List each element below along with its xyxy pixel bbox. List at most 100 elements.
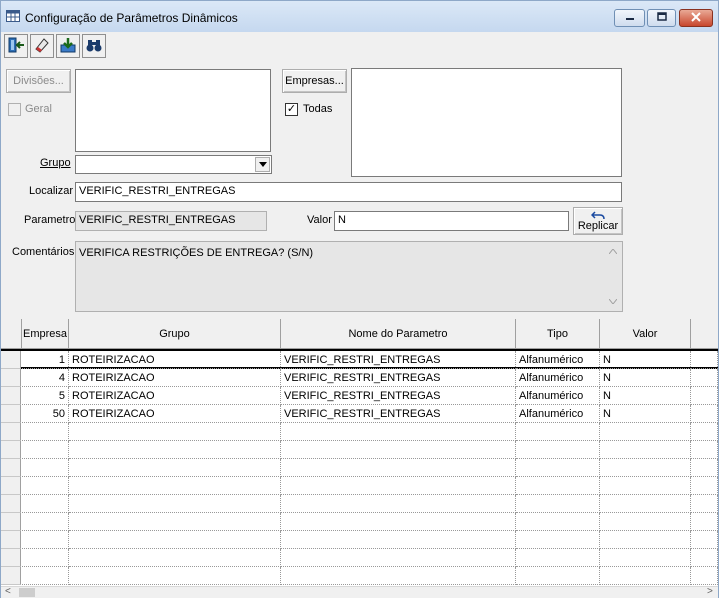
save-button[interactable] xyxy=(56,34,80,58)
row-indicator[interactable] xyxy=(1,351,21,369)
cell-grupo[interactable] xyxy=(69,495,281,513)
cell-tipo[interactable]: Alfanumérico xyxy=(516,387,600,405)
table-row-empty[interactable] xyxy=(1,459,718,477)
row-indicator[interactable] xyxy=(1,369,21,387)
cell-empresa[interactable] xyxy=(22,567,69,585)
cell-tipo[interactable] xyxy=(516,459,600,477)
cell-valor[interactable] xyxy=(600,441,691,459)
cell-valor[interactable] xyxy=(600,513,691,531)
empresas-list[interactable] xyxy=(351,68,622,177)
table-row-empty[interactable] xyxy=(1,495,718,513)
row-indicator[interactable] xyxy=(1,567,21,585)
minimize-button[interactable] xyxy=(614,9,645,27)
close-button[interactable] xyxy=(679,9,713,27)
comentarios-textarea[interactable]: VERIFICA RESTRIÇÕES DE ENTREGA? (S/N) xyxy=(75,241,623,312)
cell-valor[interactable] xyxy=(600,531,691,549)
cell-tipo[interactable] xyxy=(516,441,600,459)
cell-valor[interactable]: N xyxy=(600,405,691,423)
cell-grupo[interactable] xyxy=(69,459,281,477)
table-row-empty[interactable] xyxy=(1,441,718,459)
cell-nome[interactable]: VERIFIC_RESTRI_ENTREGAS xyxy=(281,387,516,405)
cell-empresa[interactable]: 50 xyxy=(22,405,69,423)
parameters-grid[interactable]: Empresa Grupo Nome do Parametro Tipo Val… xyxy=(1,319,718,586)
cell-grupo[interactable] xyxy=(69,477,281,495)
cell-empresa[interactable] xyxy=(22,423,69,441)
cell-tipo[interactable] xyxy=(516,567,600,585)
scroll-left-icon[interactable]: < xyxy=(5,586,11,597)
row-indicator[interactable] xyxy=(1,513,21,531)
cell-tipo[interactable] xyxy=(516,531,600,549)
grupo-select[interactable] xyxy=(75,155,272,174)
table-row-empty[interactable] xyxy=(1,531,718,549)
localizar-input[interactable]: VERIFIC_RESTRI_ENTREGAS xyxy=(75,182,622,202)
table-row[interactable]: 4 ROTEIRIZACAO VERIFIC_RESTRI_ENTREGAS Alfa… xyxy=(1,369,718,387)
row-indicator[interactable] xyxy=(1,405,21,423)
cell-empresa[interactable]: 4 xyxy=(22,369,69,387)
maximize-button[interactable] xyxy=(647,9,676,27)
valor-input[interactable]: N xyxy=(334,211,569,231)
cell-valor[interactable] xyxy=(600,459,691,477)
cell-grupo[interactable]: ROTEIRIZACAO xyxy=(69,387,281,405)
cell-tipo[interactable] xyxy=(516,513,600,531)
comentarios-scrollbar[interactable] xyxy=(605,243,621,310)
cell-tipo[interactable] xyxy=(516,549,600,567)
scroll-thumb[interactable] xyxy=(19,588,35,597)
table-row-empty[interactable] xyxy=(1,423,718,441)
cell-nome[interactable] xyxy=(281,459,516,477)
cell-nome[interactable] xyxy=(281,423,516,441)
cell-empresa[interactable] xyxy=(22,495,69,513)
horizontal-scrollbar[interactable]: < > xyxy=(1,586,718,598)
cell-nome[interactable]: VERIFIC_RESTRI_ENTREGAS xyxy=(281,405,516,423)
cell-empresa[interactable] xyxy=(22,549,69,567)
row-indicator[interactable] xyxy=(1,459,21,477)
table-row-empty[interactable] xyxy=(1,513,718,531)
cell-valor[interactable]: N xyxy=(600,351,691,369)
column-header-valor[interactable]: Valor xyxy=(600,319,691,349)
cell-nome[interactable] xyxy=(281,495,516,513)
cell-grupo[interactable] xyxy=(69,441,281,459)
cell-nome[interactable] xyxy=(281,549,516,567)
divisoes-list[interactable] xyxy=(75,69,271,152)
chevron-down-icon[interactable] xyxy=(255,157,270,172)
scroll-right-icon[interactable]: > xyxy=(707,586,713,597)
row-indicator[interactable] xyxy=(1,423,21,441)
row-indicator[interactable] xyxy=(1,441,21,459)
table-row[interactable]: 1 ROTEIRIZACAO VERIFIC_RESTRI_ENTREGAS Alfa… xyxy=(1,349,718,369)
cell-valor[interactable]: N xyxy=(600,369,691,387)
todas-checkbox[interactable]: ✓ xyxy=(285,103,298,116)
table-row-empty[interactable] xyxy=(1,477,718,495)
cell-tipo[interactable] xyxy=(516,495,600,513)
cell-grupo[interactable] xyxy=(69,567,281,585)
cell-valor[interactable] xyxy=(600,423,691,441)
table-row[interactable]: 5 ROTEIRIZACAO VERIFIC_RESTRI_ENTREGAS Alfa… xyxy=(1,387,718,405)
cell-empresa[interactable]: 5 xyxy=(22,387,69,405)
cell-valor[interactable] xyxy=(600,495,691,513)
cell-valor[interactable] xyxy=(600,549,691,567)
column-header-tipo[interactable]: Tipo xyxy=(516,319,600,349)
cell-empresa[interactable] xyxy=(22,441,69,459)
table-row[interactable]: 50 ROTEIRIZACAO VERIFIC_RESTRI_ENTREGAS Alf… xyxy=(1,405,718,423)
cell-valor[interactable]: N xyxy=(600,387,691,405)
cell-grupo[interactable] xyxy=(69,513,281,531)
row-indicator[interactable] xyxy=(1,549,21,567)
cell-valor[interactable] xyxy=(600,567,691,585)
cell-empresa[interactable]: 1 xyxy=(22,351,69,369)
row-indicator[interactable] xyxy=(1,477,21,495)
row-indicator[interactable] xyxy=(1,495,21,513)
cell-empresa[interactable] xyxy=(22,459,69,477)
column-header-nome[interactable]: Nome do Parametro xyxy=(281,319,516,349)
cell-nome[interactable] xyxy=(281,513,516,531)
cell-empresa[interactable] xyxy=(22,477,69,495)
row-indicator[interactable] xyxy=(1,387,21,405)
cell-nome[interactable] xyxy=(281,441,516,459)
cell-tipo[interactable]: Alfanumérico xyxy=(516,405,600,423)
cell-empresa[interactable] xyxy=(22,531,69,549)
cell-grupo[interactable] xyxy=(69,531,281,549)
divisoes-button[interactable]: Divisões... xyxy=(6,69,71,93)
cell-nome[interactable] xyxy=(281,567,516,585)
empresas-button[interactable]: Empresas... xyxy=(282,69,347,93)
cell-tipo[interactable] xyxy=(516,477,600,495)
cell-tipo[interactable]: Alfanumérico xyxy=(516,351,600,369)
title-bar[interactable]: Configuração de Parâmetros Dinâmicos xyxy=(1,1,718,32)
cell-grupo[interactable] xyxy=(69,423,281,441)
